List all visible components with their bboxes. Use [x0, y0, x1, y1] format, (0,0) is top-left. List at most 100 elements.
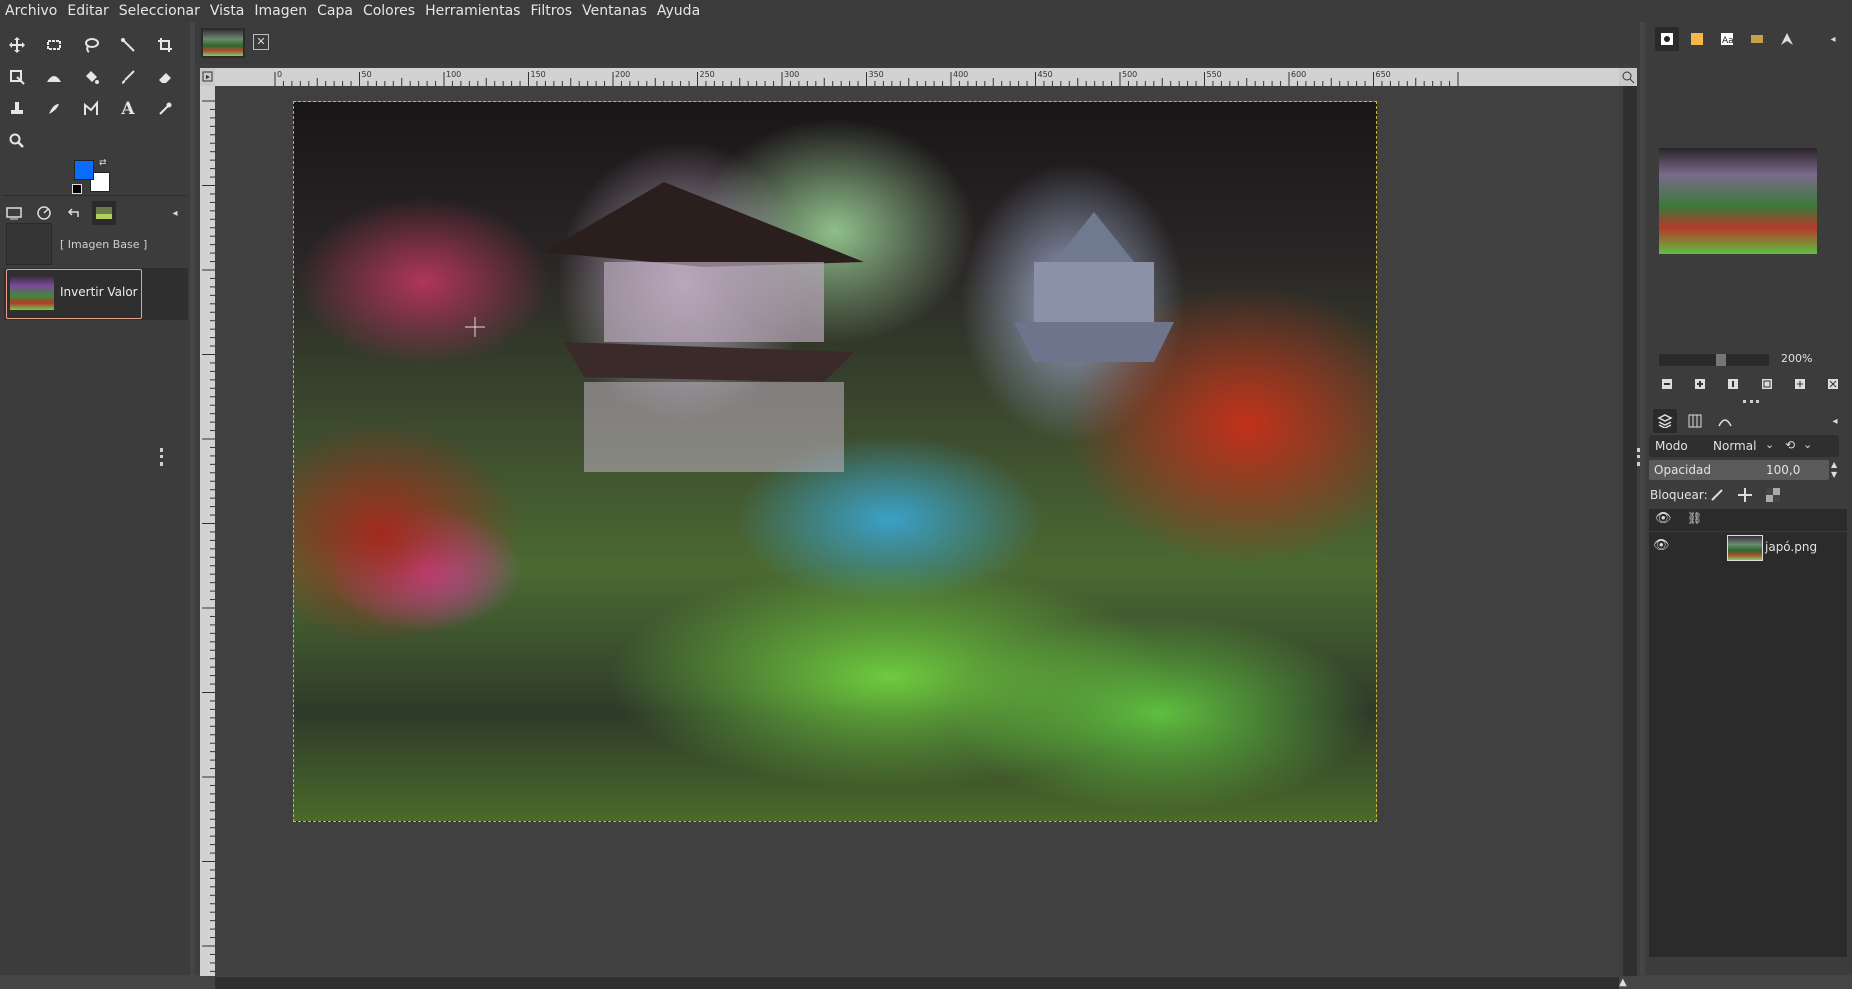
list-item-selected[interactable]: Invertir Valor — [4, 268, 188, 320]
smudge-tool-icon[interactable] — [39, 94, 69, 124]
fill-window-icon[interactable] — [1788, 374, 1812, 394]
layers-tab-icon[interactable] — [1653, 409, 1677, 433]
layer-mode-select[interactable]: Modo Normal ⌄ ⟲ ⌄ — [1649, 435, 1839, 457]
layers-list-header: 👁 ⛓ — [1649, 509, 1847, 532]
paths-tab-icon[interactable] — [1713, 409, 1737, 433]
text-tool-icon[interactable]: A — [113, 94, 143, 124]
eraser-tool-icon[interactable] — [150, 62, 180, 92]
menu-filtros[interactable]: Filtros — [525, 0, 577, 22]
menu-imagen[interactable]: Imagen — [249, 0, 312, 22]
layer-name[interactable]: japó.png — [1765, 540, 1817, 554]
ruler-label: 600 — [1291, 70, 1306, 79]
composite-mode-icon[interactable]: ⟲ — [1785, 438, 1795, 452]
zoom-1-1-icon[interactable] — [1721, 374, 1745, 394]
paths-tool-icon[interactable] — [76, 94, 106, 124]
horizontal-ruler: 0 50 100 150 200 250 300 350 400 450 500 550 600 650 — [215, 68, 1619, 86]
layer-visibility-icon[interactable]: 👁 — [1653, 538, 1670, 553]
lock-label: Bloquear: — [1650, 488, 1708, 502]
bucket-fill-tool-icon[interactable] — [76, 62, 106, 92]
fuzzy-select-tool-icon[interactable] — [113, 30, 143, 60]
menu-editar[interactable]: Editar — [62, 0, 113, 22]
gradients-tab-icon[interactable] — [1745, 27, 1769, 51]
zoom-in-icon[interactable] — [1688, 374, 1712, 394]
menu-archivo[interactable]: Archivo — [0, 0, 62, 22]
canvas-viewport[interactable] — [215, 86, 1619, 976]
opacity-slider[interactable]: Opacidad 100,0 — [1649, 460, 1829, 480]
unified-transform-tool-icon[interactable] — [2, 62, 32, 92]
dock-menu-icon[interactable]: ◂ — [1821, 27, 1845, 51]
dock-separator-right[interactable] — [1637, 448, 1643, 466]
fonts-tab-icon[interactable]: Aa — [1715, 27, 1739, 51]
crop-tool-icon[interactable] — [150, 30, 180, 60]
navigation-tab-icon[interactable] — [1775, 27, 1799, 51]
zoom-tool-icon[interactable] — [2, 126, 32, 156]
chevron-down-icon: ⌄ — [1803, 438, 1813, 451]
list-item[interactable]: [ Imagen Base ] — [6, 223, 184, 265]
shrink-wrap-icon[interactable] — [1821, 374, 1845, 394]
color-picker-tool-icon[interactable] — [150, 94, 180, 124]
navigate-icon[interactable]: ▲ — [1619, 977, 1637, 989]
vertical-scrollbar[interactable] — [1623, 86, 1637, 976]
ruler-label: 250 — [700, 70, 715, 79]
quick-mask-corner-icon[interactable] — [200, 68, 215, 86]
zoom-slider[interactable] — [1659, 354, 1769, 366]
image-canvas[interactable] — [293, 101, 1377, 822]
menu-seleccionar[interactable]: Seleccionar — [114, 0, 205, 22]
close-tab-icon[interactable]: ✕ — [253, 34, 269, 50]
ruler-label: 400 — [953, 70, 968, 79]
default-colors-icon[interactable] — [72, 184, 82, 194]
zoom-fit-corner-icon[interactable] — [1619, 68, 1637, 86]
rect-select-tool-icon[interactable] — [39, 30, 69, 60]
svg-text:Aa: Aa — [1722, 36, 1734, 46]
menu-ventanas[interactable]: Ventanas — [577, 0, 652, 22]
channels-tab-icon[interactable] — [1683, 409, 1707, 433]
undo-history-list: [ Imagen Base ] Invertir Valor — [4, 222, 188, 322]
navigator-preview[interactable] — [1659, 148, 1817, 254]
dock-separator-handle[interactable] — [1743, 400, 1759, 407]
menu-vista[interactable]: Vista — [205, 0, 250, 22]
menu-capa[interactable]: Capa — [312, 0, 358, 22]
menu-ayuda[interactable]: Ayuda — [652, 0, 705, 22]
horizontal-scrollbar[interactable] — [215, 977, 1619, 989]
brushes-tab-icon[interactable] — [1655, 27, 1679, 51]
mode-label: Modo — [1655, 439, 1688, 453]
tool-grid: A — [0, 30, 192, 156]
clone-tool-icon[interactable] — [2, 94, 32, 124]
ruler-label: 200 — [615, 70, 630, 79]
swap-colors-icon[interactable]: ⇄ — [99, 158, 109, 168]
history-item-label: [ Imagen Base ] — [60, 237, 148, 251]
menu-herramientas[interactable]: Herramientas — [420, 0, 525, 22]
ruler-label: 650 — [1376, 70, 1391, 79]
zoom-slider-handle[interactable] — [1716, 354, 1726, 366]
lock-position-icon[interactable] — [1737, 487, 1753, 507]
fit-image-icon[interactable] — [1755, 374, 1779, 394]
dock-menu-icon[interactable]: ◂ — [1823, 409, 1847, 433]
image-tab[interactable] — [201, 28, 245, 58]
dock-separator-left[interactable] — [160, 448, 166, 466]
image-tab-thumbnail — [203, 30, 243, 56]
layers-dock-tabs: ◂ — [1653, 408, 1847, 434]
visibility-header-icon: 👁 — [1655, 511, 1672, 526]
image-pagoda-shape — [544, 182, 864, 472]
brushes-dock-tabs: Aa ◂ — [1655, 26, 1845, 52]
move-tool-icon[interactable] — [2, 30, 32, 60]
lock-alpha-icon[interactable] — [1765, 487, 1781, 507]
opacity-label: Opacidad — [1654, 463, 1711, 477]
menu-colores[interactable]: Colores — [358, 0, 420, 22]
patterns-tab-icon[interactable] — [1685, 27, 1709, 51]
warp-tool-icon[interactable] — [39, 62, 69, 92]
zoom-out-icon[interactable] — [1655, 374, 1679, 394]
image-tab-bar: ✕ — [195, 22, 1640, 64]
zoom-level-label: 200% — [1781, 352, 1813, 365]
ruler-label: 500 — [1122, 70, 1137, 79]
ruler-label: 50 — [362, 70, 372, 79]
toolbox-dock: A ⇄ ◂ [ Imagen Base ] Invertir Valor — [0, 22, 190, 975]
layer-row[interactable]: 👁 japó.png — [1649, 533, 1847, 561]
lasso-tool-icon[interactable] — [76, 30, 106, 60]
opacity-spin-icon[interactable]: ▲ ▼ — [1831, 460, 1843, 480]
paintbrush-tool-icon[interactable] — [113, 62, 143, 92]
image-window: ✕ 0 50 100 150 200 250 300 350 400 450 500 550 600 65… — [160, 22, 1640, 989]
lock-pixels-icon[interactable] — [1709, 487, 1725, 507]
foreground-color-swatch[interactable] — [74, 160, 94, 180]
image-castle-shape — [1014, 212, 1174, 362]
